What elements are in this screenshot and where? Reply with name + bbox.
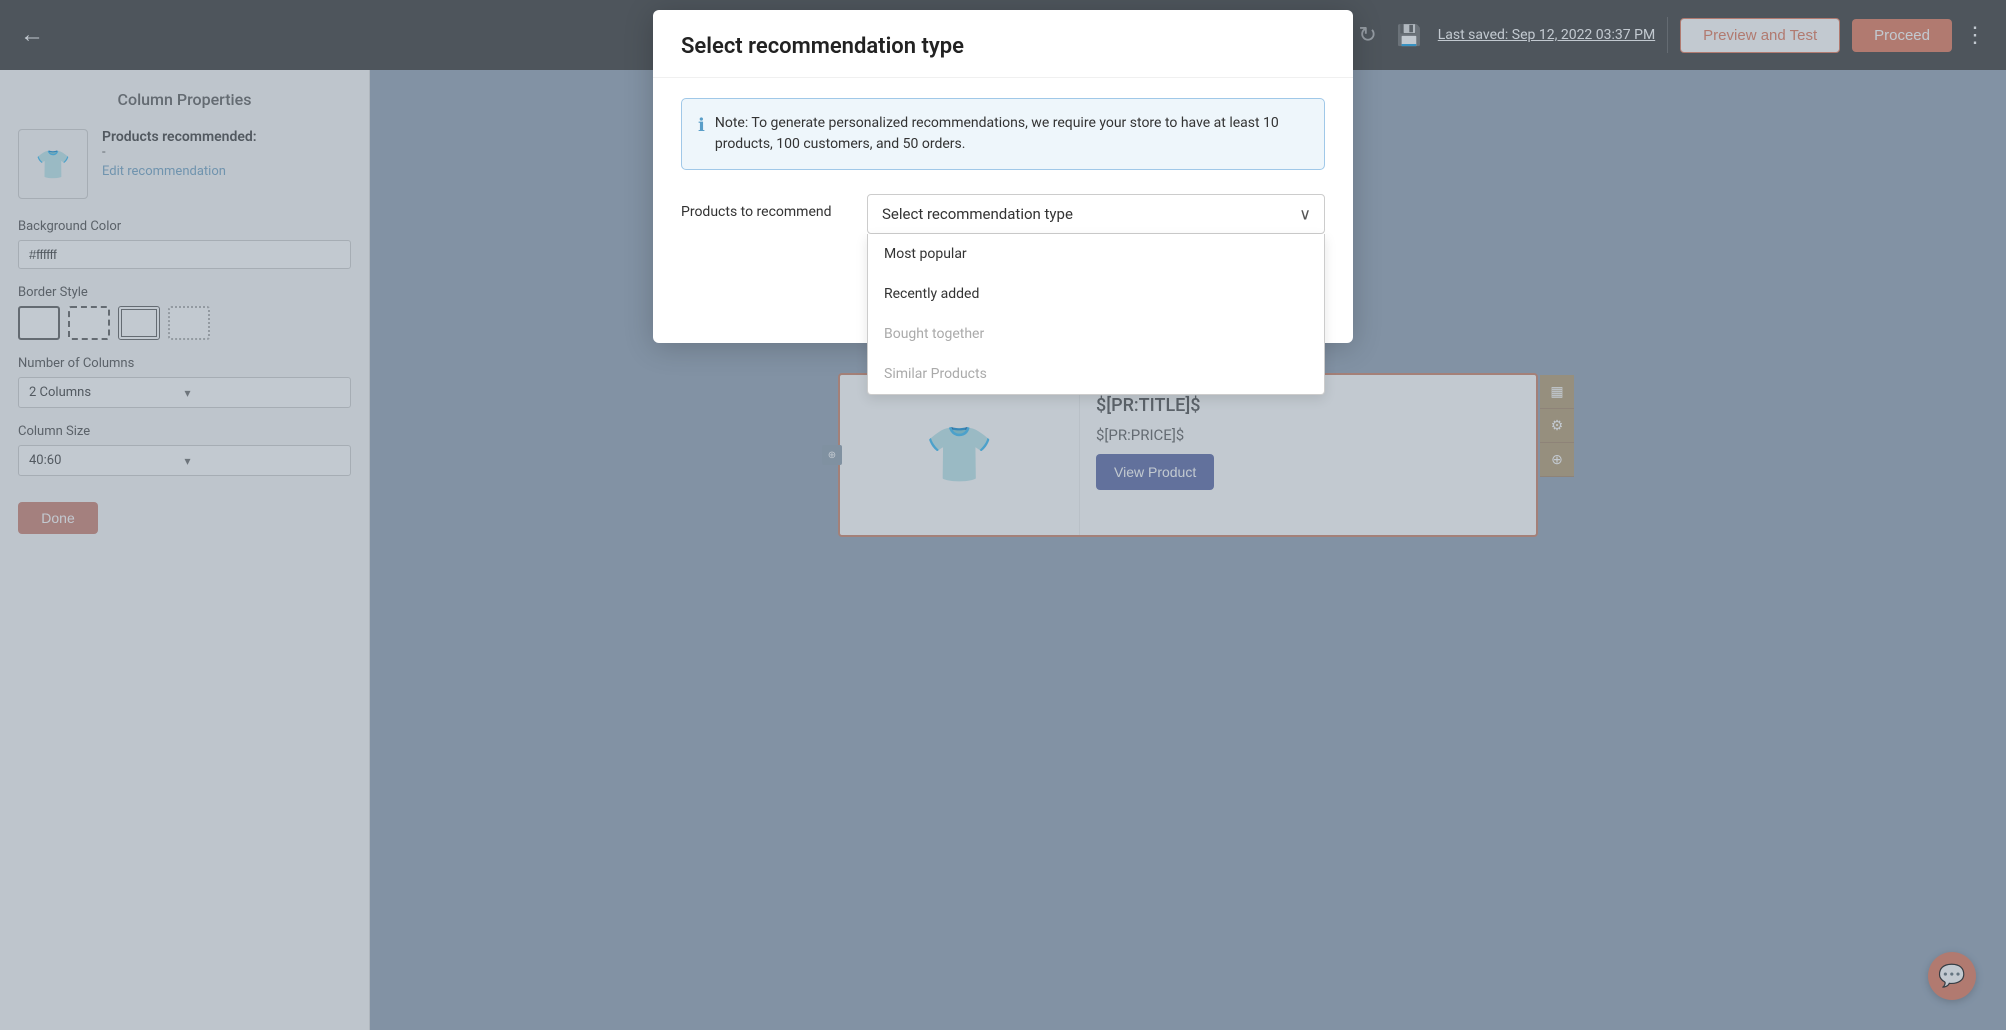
option-recently-added[interactable]: Recently added <box>868 274 1324 314</box>
dropdown-placeholder: Select recommendation type <box>882 205 1073 223</box>
modal-overlay: Select recommendation type ℹ Note: To ge… <box>0 0 2006 1030</box>
info-box: ℹ Note: To generate personalized recomme… <box>681 98 1325 170</box>
option-similar-products: Similar Products <box>868 354 1324 394</box>
modal-title: Select recommendation type <box>681 34 964 59</box>
recommendation-modal: Select recommendation type ℹ Note: To ge… <box>653 10 1353 343</box>
recommendation-type-dropdown[interactable]: Select recommendation type <box>867 194 1325 234</box>
option-most-popular[interactable]: Most popular <box>868 234 1324 274</box>
form-label: Products to recommend <box>681 194 851 220</box>
info-icon: ℹ <box>698 115 705 136</box>
info-text: Note: To generate personalized recommend… <box>715 113 1308 155</box>
dropdown-options-list: Most popular Recently added Bought toget… <box>867 234 1325 395</box>
form-row: Products to recommend Select recommendat… <box>681 194 1325 234</box>
modal-body: ℹ Note: To generate personalized recomme… <box>653 78 1353 282</box>
modal-header: Select recommendation type <box>653 10 1353 78</box>
option-bought-together: Bought together <box>868 314 1324 354</box>
dropdown-wrapper: Select recommendation type ∨ Most popula… <box>867 194 1325 234</box>
